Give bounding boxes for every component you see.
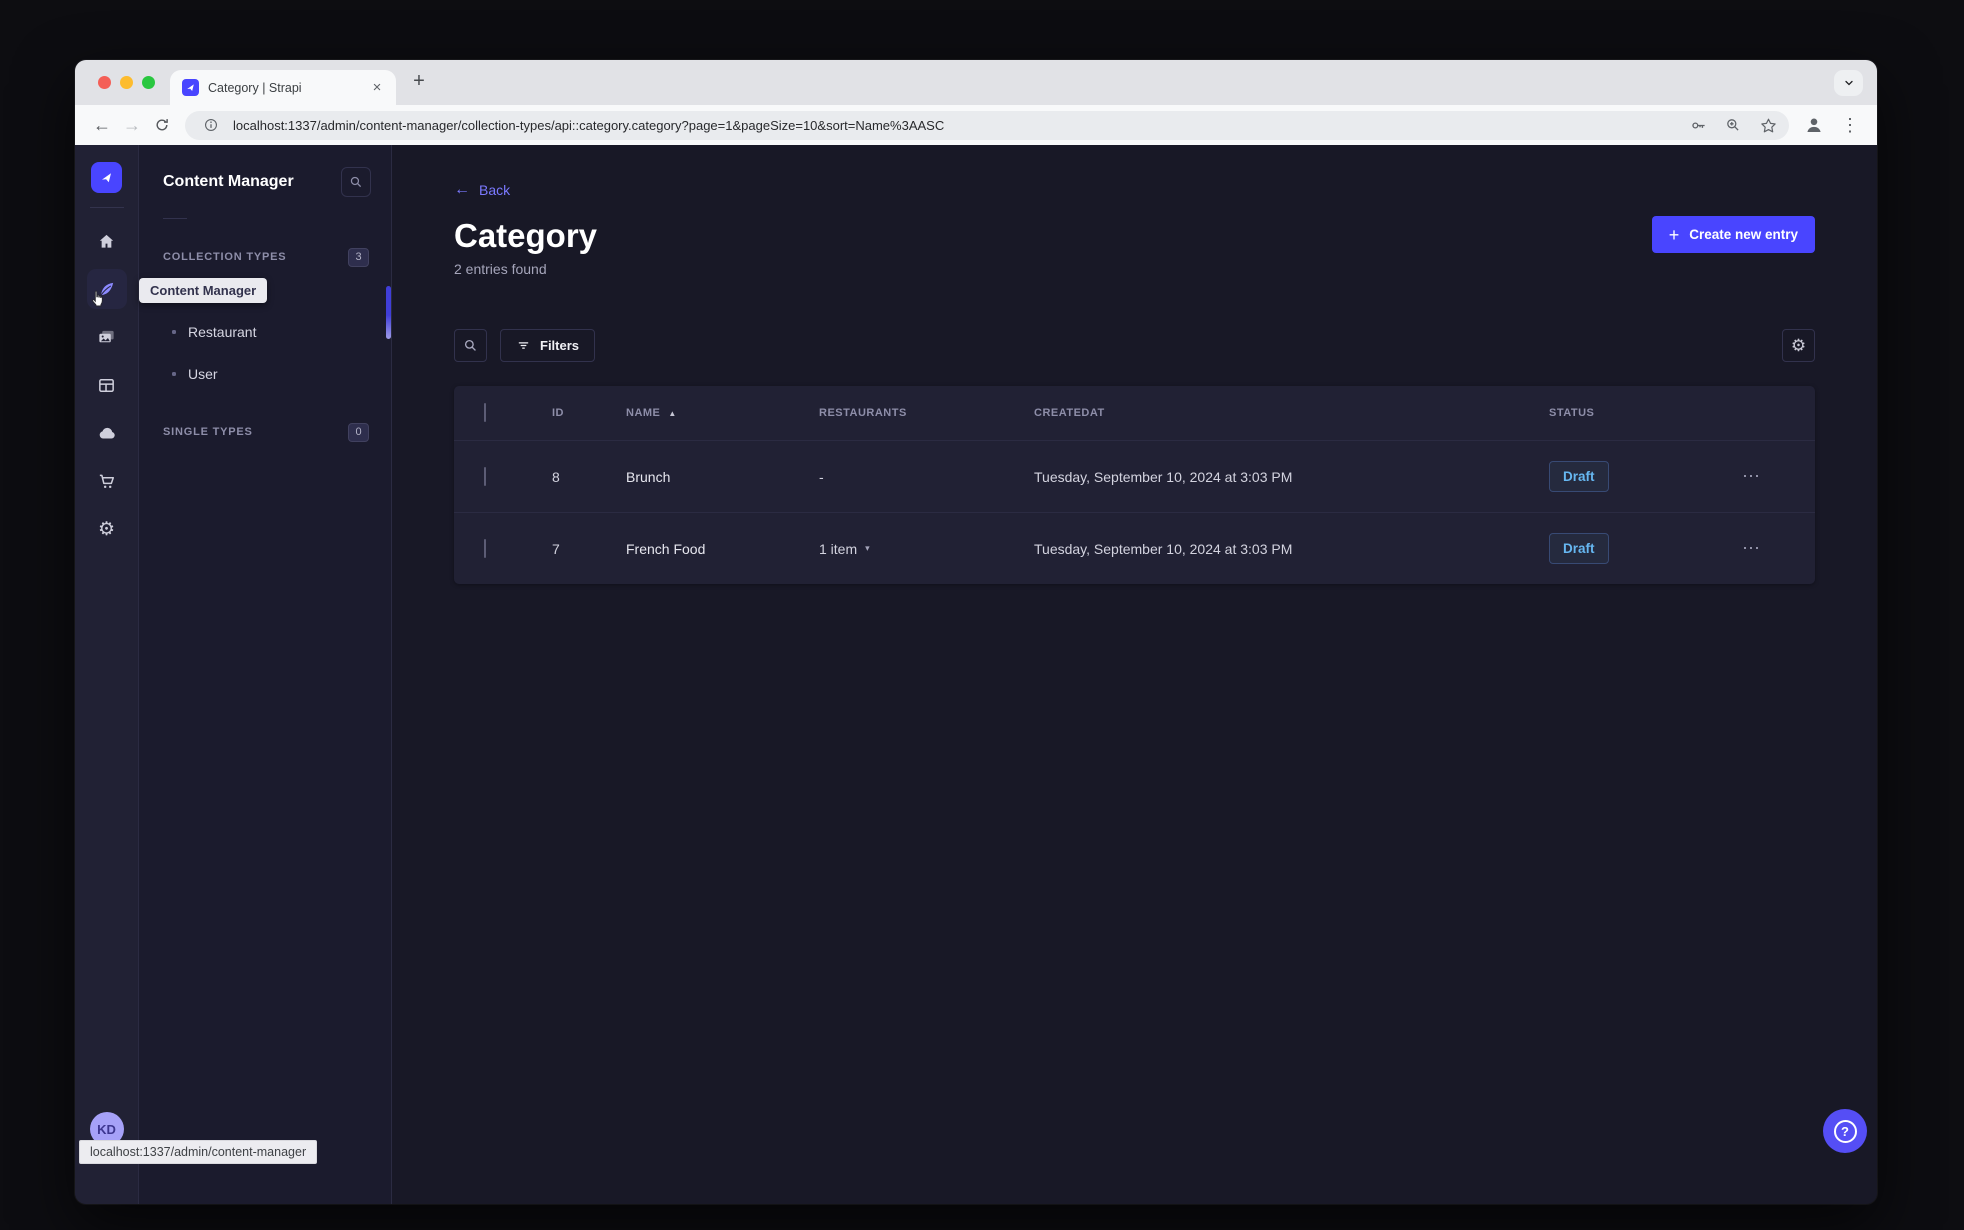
zoom-in-icon[interactable] [1720,112,1746,138]
sort-asc-icon: ▲ [668,408,677,418]
password-key-icon[interactable] [1685,112,1711,138]
subnav-divider [163,218,187,219]
question-mark-icon: ? [1833,1119,1857,1143]
create-new-entry-button[interactable]: + Create new entry [1651,216,1815,253]
new-tab-button[interactable]: + [404,67,434,97]
chevron-down-icon: ▾ [865,543,870,554]
cell-name: French Food [626,540,706,557]
nav-content-type-builder-button[interactable] [87,365,127,405]
close-window-button[interactable] [98,76,111,89]
row-checkbox[interactable] [484,538,486,558]
nav-content-manager-button[interactable] [86,269,127,309]
back-label: Back [479,182,511,198]
bullet-icon [172,371,176,376]
chrome-right-controls: ⋮ [1799,110,1865,140]
column-header-status: STATUS [1549,407,1595,420]
column-header-id[interactable]: ID [524,407,598,419]
content-manager-subnav: Content Manager COLLECTION TYPES 3 Categ… [139,145,392,1204]
column-header-restaurants: RESTAURANTS [819,407,907,420]
single-types-section: SINGLE TYPES 0 [139,421,391,443]
table-search-button[interactable] [454,329,487,363]
active-item-marker [386,286,391,339]
plus-icon: + [1668,224,1680,245]
cell-createdat: Tuesday, September 10, 2024 at 3:03 PM [1034,468,1293,485]
maximize-window-button[interactable] [142,76,155,89]
column-header-createdat: CREATEDAT [1034,407,1105,420]
browser-toolbar: ← → localhost:1337/admin/content-manager… [75,105,1877,145]
browser-window: Category | Strapi × + ← → localhost:1337… [75,60,1877,1204]
nav-deploy-cloud-button[interactable] [87,413,127,453]
subnav-title: Content Manager [163,173,294,190]
entries-count: 2 entries found [454,261,547,278]
nav-marketplace-button[interactable] [87,461,127,501]
cell-id: 7 [552,540,560,557]
collection-types-section: COLLECTION TYPES 3 [139,246,391,268]
table-header-row: ID NAME ▲ RESTAURANTS CREATEDAT STATUS [454,386,1815,440]
page-title: Category [454,217,598,254]
strapi-logo[interactable] [91,162,122,193]
entries-table: ID NAME ▲ RESTAURANTS CREATEDAT STATUS 8… [454,386,1815,585]
profile-avatar-icon[interactable] [1799,110,1829,140]
nav-home-button[interactable] [87,221,127,261]
browser-menu-icon[interactable]: ⋮ [1835,110,1865,140]
tab-strip: Category | Strapi × + [75,60,1877,105]
page-info-icon[interactable] [198,112,224,138]
content-manager-tooltip: Content Manager [139,278,268,303]
cell-createdat: Tuesday, September 10, 2024 at 3:03 PM [1034,540,1293,557]
single-types-count-badge: 0 [348,422,369,442]
sidebar-item-label: Restaurant [188,323,257,340]
browser-forward-button[interactable]: → [117,110,147,140]
strapi-admin: ⚙ KD Content Manager COLLECTION TYPES 3 … [75,145,1877,1204]
sidebar-item-user[interactable]: User [139,353,391,394]
hand-cursor-icon [89,290,106,309]
back-link[interactable]: ← Back [454,181,510,199]
cell-name: Brunch [626,468,671,485]
url-text: localhost:1337/admin/content-manager/col… [233,117,945,133]
browser-tab[interactable]: Category | Strapi × [170,70,396,105]
filters-button[interactable]: Filters [500,329,596,363]
nav-media-library-button[interactable] [87,317,127,357]
row-checkbox[interactable] [484,466,486,486]
status-badge: Draft [1549,461,1609,493]
table-row[interactable]: 8 Brunch - Tuesday, September 10, 2024 a… [454,440,1815,512]
sidebar-item-label: User [188,365,218,382]
tab-search-button[interactable] [1834,70,1863,96]
single-types-label: SINGLE TYPES [163,426,253,438]
address-bar[interactable]: localhost:1337/admin/content-manager/col… [185,110,1789,140]
row-actions-button[interactable]: ⋯ [1736,466,1761,487]
main-content: ← Back Category + Create new entry 2 ent… [392,145,1877,1204]
link-status-bubble: localhost:1337/admin/content-manager [79,1140,318,1164]
minimize-window-button[interactable] [120,76,133,89]
help-button[interactable]: ? [1823,1109,1867,1153]
select-all-checkbox[interactable] [484,403,486,423]
back-arrow-icon: ← [454,181,470,198]
tab-title: Category | Strapi [208,80,302,95]
browser-back-button[interactable]: ← [87,110,117,140]
table-settings-button[interactable]: ⚙ [1782,329,1815,363]
status-badge: Draft [1549,533,1609,565]
traffic-lights [98,76,155,89]
bullet-icon [172,329,176,334]
cell-restaurants: - [819,468,824,485]
cell-id: 8 [552,468,560,485]
row-actions-button[interactable]: ⋯ [1736,538,1761,559]
collection-types-label: COLLECTION TYPES [163,251,287,263]
browser-reload-button[interactable] [147,110,177,140]
nav-settings-button[interactable]: ⚙ [87,509,127,549]
rail-divider [89,207,124,208]
strapi-favicon-icon [182,79,199,96]
tab-close-icon[interactable]: × [368,79,386,97]
relations-expander[interactable]: 1 item ▾ [819,541,870,557]
collection-types-count-badge: 3 [348,247,369,267]
bookmark-star-icon[interactable] [1755,112,1781,138]
column-header-name[interactable]: NAME ▲ [598,407,791,419]
subnav-search-button[interactable] [341,167,371,197]
table-row[interactable]: 7 French Food 1 item ▾ Tuesday, Septembe… [454,512,1815,584]
sidebar-item-restaurant[interactable]: Restaurant [139,311,391,352]
main-nav-rail: ⚙ KD [75,145,139,1204]
